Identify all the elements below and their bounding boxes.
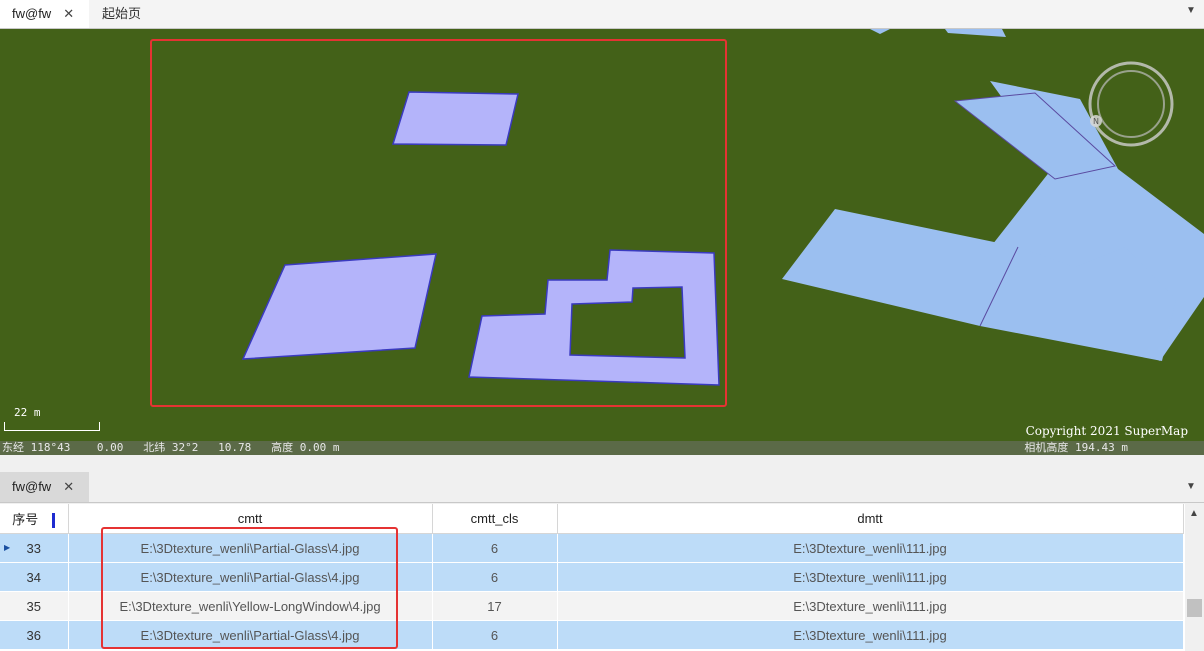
tab-fw-fw[interactable]: fw@fw ✕ xyxy=(0,0,89,28)
scale-label: 22 m xyxy=(14,406,41,419)
cell-cmtt-cls[interactable]: 6 xyxy=(432,562,558,592)
cell-cmtt-cls[interactable]: 17 xyxy=(432,591,558,621)
camera-height-readout: 相机高度 194.43 m xyxy=(1024,441,1128,454)
attribute-tab-bar: fw@fw ✕ ▼ xyxy=(0,472,1204,503)
cell-dmtt[interactable]: E:\3Dtexture_wenli\111.jpg xyxy=(557,591,1184,621)
column-header-cmtt-cls[interactable]: cmtt_cls xyxy=(432,504,558,534)
compass-navigation-icon[interactable]: N xyxy=(1086,59,1176,152)
highlight-box-cmtt xyxy=(101,527,398,649)
close-icon[interactable]: ✕ xyxy=(63,479,74,494)
cell-dmtt[interactable]: E:\3Dtexture_wenli\111.jpg xyxy=(557,533,1184,563)
table-vertical-scrollbar[interactable]: ▲ xyxy=(1185,504,1204,651)
row-index[interactable]: ▶ 33 xyxy=(0,533,69,563)
cell-cmtt-cls[interactable]: 6 xyxy=(432,620,558,650)
row-index[interactable]: 34 xyxy=(0,562,69,592)
building-top-1 xyxy=(870,29,890,34)
tab-attribute-fw-fw[interactable]: fw@fw ✕ xyxy=(0,472,89,502)
cell-cmtt-cls[interactable]: 6 xyxy=(432,533,558,563)
row-index[interactable]: 35 xyxy=(0,591,69,621)
building-top-2 xyxy=(945,29,1006,37)
tab-label: fw@fw xyxy=(12,6,52,21)
cell-dmtt[interactable]: E:\3Dtexture_wenli\111.jpg xyxy=(557,620,1184,650)
tab-label: 起始页 xyxy=(102,6,142,21)
highlight-box-map xyxy=(150,39,727,407)
cell-dmtt[interactable]: E:\3Dtexture_wenli\111.jpg xyxy=(557,562,1184,592)
copyright-text: Copyright 2021 SuperMap xyxy=(1025,424,1188,438)
svg-text:N: N xyxy=(1093,117,1099,126)
tab-label: fw@fw xyxy=(12,479,52,494)
chevron-down-icon[interactable]: ▼ xyxy=(1184,4,1198,18)
scroll-up-icon[interactable]: ▲ xyxy=(1189,508,1199,519)
row-index[interactable]: 36 xyxy=(0,620,69,650)
scale-bar xyxy=(4,422,100,431)
column-header-dmtt[interactable]: dmtt xyxy=(557,504,1184,534)
chevron-down-icon[interactable]: ▼ xyxy=(1184,480,1198,494)
tab-start-page[interactable]: 起始页 xyxy=(90,0,154,28)
document-tab-bar: fw@fw ✕ 起始页 ▼ xyxy=(0,0,1204,29)
close-icon[interactable]: ✕ xyxy=(63,6,74,21)
column-header-index[interactable]: 序号 xyxy=(0,504,69,534)
map-status-bar: 东经 118°43 0.00 北纬 32°2 10.78 高度 0.00 m 相… xyxy=(0,441,1204,455)
column-resize-marker xyxy=(52,513,56,529)
current-row-arrow-icon: ▶ xyxy=(4,543,11,552)
scrollbar-thumb[interactable] xyxy=(1187,599,1202,617)
coordinate-readout: 东经 118°43 0.00 北纬 32°2 10.78 高度 0.00 m xyxy=(2,441,340,454)
